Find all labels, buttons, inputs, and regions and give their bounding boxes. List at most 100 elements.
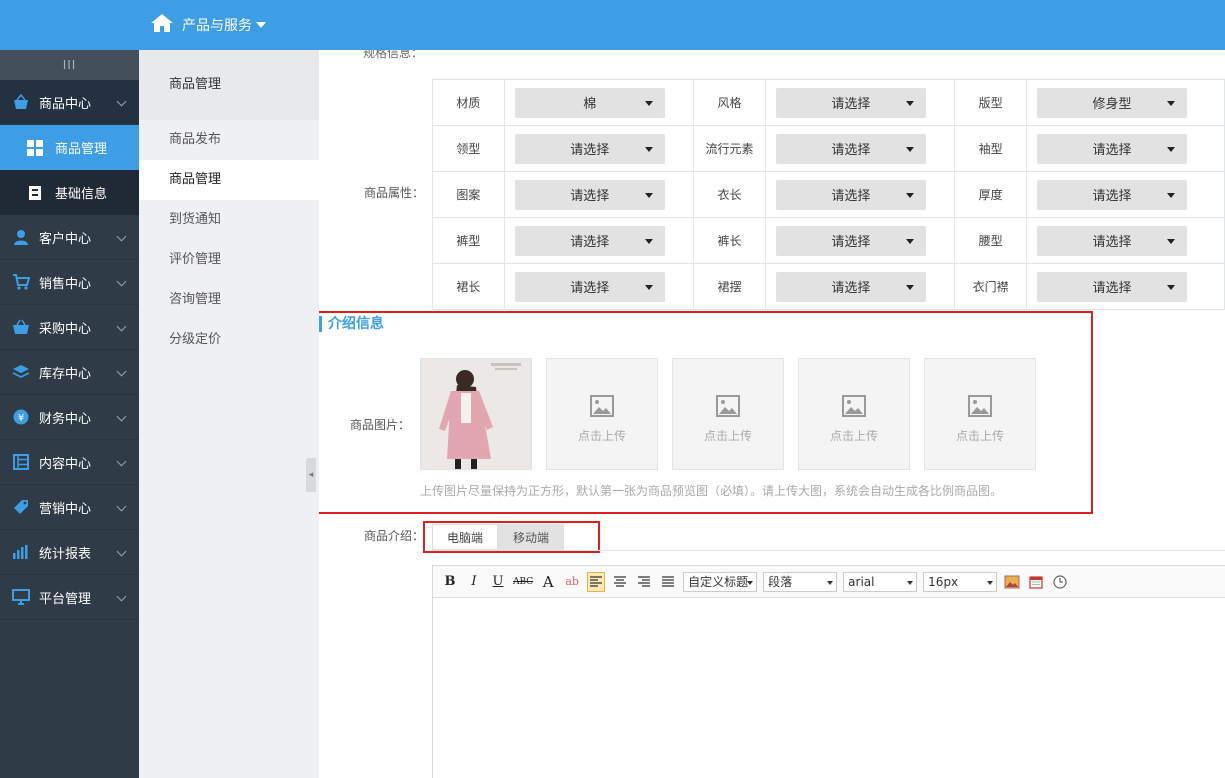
underline-button[interactable]: U [489,572,507,592]
attr-select[interactable]: 棉 [514,87,665,118]
sidebar-item-statistics-reports[interactable]: 统计报表 [0,530,139,575]
attr-select[interactable]: 请选择 [775,87,926,118]
sidebar-item-purchase-center[interactable]: 采购中心 [0,305,139,350]
layers-icon [12,363,30,381]
select-value: 请选择 [1092,235,1132,250]
align-center-icon [614,575,627,587]
chevron-down-icon [116,591,127,602]
select-value: 请选择 [570,235,610,250]
dropdown-arrow-icon [905,284,914,290]
attr-select[interactable]: 请选择 [775,271,926,302]
sidebar-item-platform-management[interactable]: 平台管理 [0,575,139,620]
sidebar-item-label: 内容中心 [39,456,92,472]
sidebar-item-label: 客户中心 [39,231,92,247]
attr-select[interactable]: 请选择 [514,271,665,302]
upload-slot-5[interactable]: 点击上传 [924,358,1036,470]
sidebar-item-sales-center[interactable]: 销售中心 [0,260,139,305]
align-justify-button[interactable] [659,572,677,592]
dropdown-arrow-icon [644,192,653,198]
font-color-button[interactable]: A [539,572,557,592]
insert-time-button[interactable] [1051,572,1069,592]
insert-image-button[interactable] [1003,572,1021,592]
rich-text-editor[interactable]: B I U ABC A ab 自定义标题 段落 arial 16px [432,565,1225,778]
purchase-basket-icon [12,318,30,336]
attr-select[interactable]: 请选择 [514,225,665,256]
highlight-color-button[interactable]: ab [563,572,581,592]
top-bar: 产品与服务 [0,0,1225,50]
sidebar-item-label: 营销中心 [39,501,92,517]
select-value: 棉 [583,97,597,112]
sidebar-item-content-center[interactable]: 内容中心 [0,440,139,485]
font-family-select[interactable]: arial [843,571,918,592]
sidebar-item-marketing-center[interactable]: 营销中心 [0,485,139,530]
sidebar-item-customer-center[interactable]: 客户中心 [0,215,139,260]
attr-select[interactable]: 请选择 [1037,225,1188,256]
attr-select[interactable]: 请选择 [775,225,926,256]
align-right-button[interactable] [635,572,653,592]
attr-label: 裙长 [432,263,505,310]
svg-text:¥: ¥ [18,413,24,424]
attr-select[interactable]: 请选择 [1037,271,1188,302]
dropdown-arrow-icon [644,238,653,244]
upload-slot-2[interactable]: 点击上传 [546,358,658,470]
bold-button[interactable]: B [441,572,459,592]
sidebar-subitem-basic-info[interactable]: 基础信息 [0,170,139,215]
subnav-link-goods-management[interactable]: 商品管理 [139,160,319,200]
attr-select[interactable]: 请选择 [514,133,665,164]
attr-label: 版型 [954,79,1028,126]
home-icon [150,13,182,37]
subnav-link-publish[interactable]: 商品发布 [139,120,319,160]
paragraph-select-value: 段落 [768,575,793,589]
attr-select[interactable]: 请选择 [1037,133,1188,164]
subnav-link-tier-pricing[interactable]: 分级定价 [139,320,319,360]
dropdown-arrow-icon [905,100,914,106]
sidebar-item-goods-center[interactable]: 商品中心 [0,80,139,125]
insert-date-button[interactable] [1027,572,1045,592]
collapse-subnav-handle[interactable]: ◂ [306,458,316,492]
subnav-link-consult-management[interactable]: 咨询管理 [139,280,319,320]
chevron-down-icon [116,366,127,377]
sidebar-item-label: 财务中心 [39,411,92,427]
sidebar-toggle[interactable]: III [0,50,139,80]
italic-button[interactable]: I [465,572,483,592]
attr-label: 风格 [693,79,766,126]
secondary-nav-title: 商品管理 [139,50,319,120]
attr-label: 腰型 [954,217,1028,264]
products-services-menu[interactable]: 产品与服务 [150,0,266,50]
dropdown-arrow-icon [1167,146,1176,152]
upload-slot-4[interactable]: 点击上传 [798,358,910,470]
dropdown-arrow-icon [1167,192,1176,198]
chevron-down-icon [116,546,127,557]
paragraph-select[interactable]: 段落 [763,571,838,592]
font-size-select[interactable]: 16px [923,571,998,592]
table-row: 图案 请选择 衣长 请选择 厚度 请选择 [432,171,1225,218]
attr-select[interactable]: 请选择 [1037,179,1188,210]
subnav-link-arrival-notice[interactable]: 到货通知 [139,200,319,240]
strikethrough-button[interactable]: ABC [513,572,533,592]
attr-select[interactable]: 修身型 [1037,87,1188,118]
heading-select[interactable]: 自定义标题 [683,571,758,592]
upload-slot-3[interactable]: 点击上传 [672,358,784,470]
dropdown-arrow-icon [905,238,914,244]
dropdown-arrow-icon [987,580,994,585]
sidebar-subitem-goods-management[interactable]: 商品管理 [0,125,139,170]
attributes-table: 材质 棉 风格 请选择 版型 修身型 领型 请选择 流行元素 请选择 袖型 请选… [432,79,1225,310]
sidebar-item-inventory-center[interactable]: 库存中心 [0,350,139,395]
editor-toolbar: B I U ABC A ab 自定义标题 段落 arial 16px [433,566,1225,598]
attr-select[interactable]: 请选择 [514,179,665,210]
product-photo-image [421,359,531,469]
dropdown-arrow-icon [644,284,653,290]
sidebar-item-label: 平台管理 [39,591,92,607]
attr-select[interactable]: 请选择 [775,133,926,164]
product-image-thumbnail[interactable] [420,358,532,470]
image-placeholder-icon [547,395,657,420]
align-center-button[interactable] [611,572,629,592]
select-value: 请选择 [831,281,871,296]
subnav-link-review-management[interactable]: 评价管理 [139,240,319,280]
select-value: 请选择 [831,235,871,250]
sidebar-item-finance-center[interactable]: ¥ 财务中心 [0,395,139,440]
align-left-button[interactable] [587,571,606,592]
attr-select[interactable]: 请选择 [775,179,926,210]
image-icon [1004,575,1020,588]
align-left-icon [590,575,603,587]
